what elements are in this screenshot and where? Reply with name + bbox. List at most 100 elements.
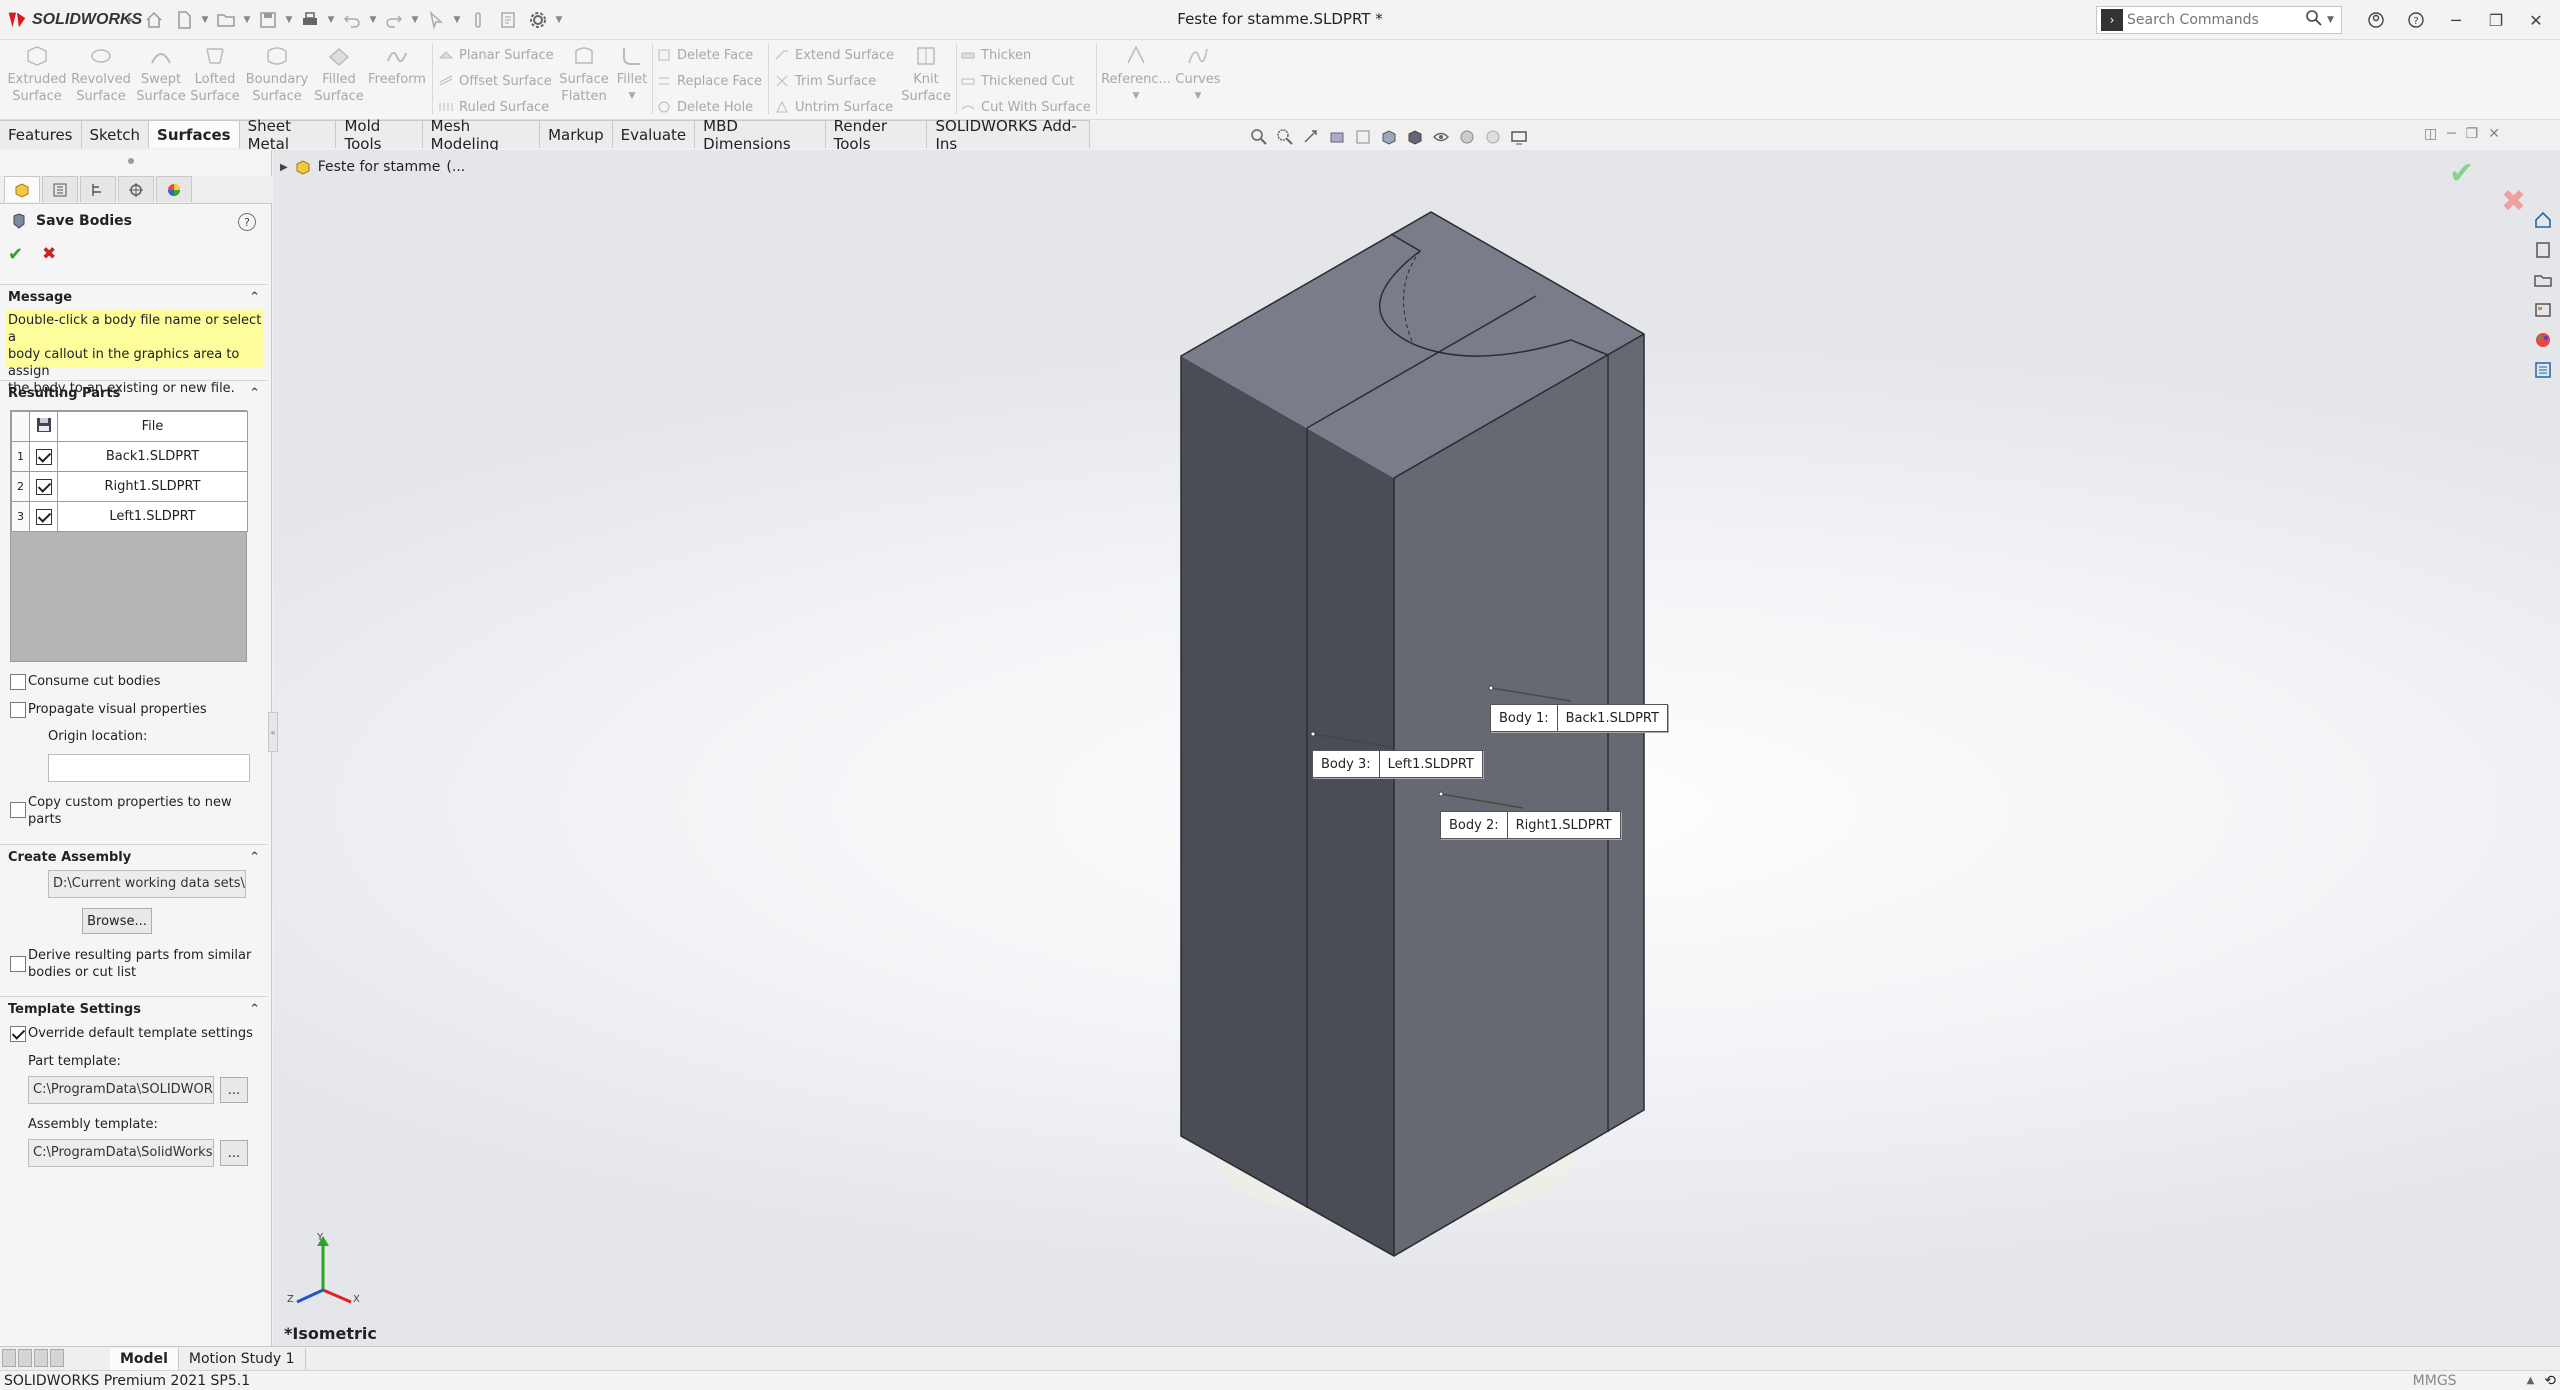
help-icon[interactable]: ? <box>2396 6 2436 34</box>
replace-face-button[interactable]: Replace Face <box>656 68 762 94</box>
tab-sheet-metal[interactable]: Sheet Metal <box>239 117 337 153</box>
tab-motion-study-1[interactable]: Motion Study 1 <box>179 1347 306 1370</box>
search-commands[interactable]: › ▼ <box>2096 6 2342 34</box>
dimxpert-manager-tab[interactable] <box>118 176 154 202</box>
units-indicator[interactable]: MMGS <box>2413 1373 2457 1389</box>
collapse-icon[interactable]: ⌃ <box>249 386 260 401</box>
row-save-checkbox[interactable] <box>35 448 52 465</box>
edit-appearance-icon[interactable] <box>1456 126 1478 148</box>
table-row[interactable]: 1 Back1.SLDPRT <box>11 441 248 472</box>
scroll-first-icon[interactable] <box>2 1349 16 1367</box>
file-cell[interactable]: Right1.SLDPRT <box>57 471 248 502</box>
tab-features[interactable]: Features <box>0 120 82 148</box>
view-orientation-icon[interactable] <box>1378 126 1400 148</box>
viewport-close-icon[interactable]: ✕ <box>2488 126 2500 142</box>
file-cell[interactable]: Back1.SLDPRT <box>57 441 248 472</box>
hide-show-items-icon[interactable] <box>1430 126 1452 148</box>
consume-cut-bodies-checkbox[interactable] <box>10 674 26 690</box>
search-input[interactable] <box>2127 12 2305 28</box>
view-settings-icon[interactable] <box>1508 126 1530 148</box>
graphics-ok-icon[interactable]: ✔ <box>2449 156 2474 191</box>
scroll-next-icon[interactable] <box>34 1349 48 1367</box>
offset-surface-button[interactable]: Offset Surface <box>438 68 552 94</box>
cancel-x-icon[interactable]: ✖ <box>42 244 56 264</box>
assembly-template-input[interactable]: C:\ProgramData\SolidWorks\S( <box>28 1139 214 1167</box>
assembly-path-input[interactable]: D:\Current working data sets\Bik <box>48 870 246 898</box>
tab-evaluate[interactable]: Evaluate <box>612 120 696 148</box>
tab-surfaces[interactable]: Surfaces <box>149 120 240 148</box>
tab-mesh-modeling[interactable]: Mesh Modeling <box>422 117 541 153</box>
freeform-button[interactable]: Freeform <box>364 42 430 112</box>
planar-surface-button[interactable]: Planar Surface <box>438 42 554 68</box>
collapse-icon[interactable]: ⌃ <box>249 850 260 865</box>
help-question-icon[interactable]: ? <box>238 213 256 231</box>
configuration-manager-tab[interactable] <box>80 176 116 202</box>
section-view-icon[interactable] <box>1326 126 1348 148</box>
revolved-surface-button[interactable]: Revolved Surface <box>68 42 134 112</box>
search-dropdown-icon[interactable]: ▼ <box>2327 15 2341 25</box>
body-callout-3[interactable]: Body 3: Left1.SLDPRT <box>1312 750 1483 778</box>
derive-resulting-parts-checkbox[interactable] <box>10 956 26 972</box>
body-callout-2[interactable]: Body 2: Right1.SLDPRT <box>1440 811 1621 839</box>
left-face[interactable] <box>1181 356 1394 1256</box>
browse-button[interactable]: Browse... <box>82 908 152 934</box>
copy-custom-properties-checkbox[interactable] <box>10 802 26 818</box>
file-explorer-icon[interactable] <box>2530 268 2556 292</box>
tab-render-tools[interactable]: Render Tools <box>825 117 928 153</box>
propagate-visual-checkbox[interactable] <box>10 702 26 718</box>
thickened-cut-button[interactable]: Thickened Cut <box>960 68 1074 94</box>
assembly-template-browse-button[interactable]: ... <box>220 1140 248 1166</box>
panel-collapse-handle[interactable]: « <box>268 712 278 752</box>
panel-grip-icon[interactable] <box>128 158 134 164</box>
view-palette-icon[interactable] <box>2530 298 2556 322</box>
apply-scene-icon[interactable] <box>1482 126 1504 148</box>
restore-icon[interactable]: ❐ <box>2476 6 2516 34</box>
tab-mbd-dimensions[interactable]: MBD Dimensions <box>695 117 826 153</box>
tab-mold-tools[interactable]: Mold Tools <box>336 117 423 153</box>
scroll-prev-icon[interactable] <box>18 1349 32 1367</box>
minimize-icon[interactable]: ─ <box>2436 6 2476 34</box>
resulting-parts-section-header[interactable]: Resulting Parts ⌃ <box>0 380 268 406</box>
extend-surface-button[interactable]: Extend Surface <box>774 42 894 68</box>
graphics-cancel-icon[interactable]: ✖ <box>2501 184 2526 219</box>
curves-dropdown-icon[interactable]: ▼ <box>1195 88 1202 105</box>
message-section-header[interactable]: Message ⌃ <box>0 284 268 310</box>
right-face[interactable] <box>1394 334 1644 1256</box>
units-dropdown-icon[interactable]: ▲ <box>2527 1375 2535 1386</box>
trim-surface-button[interactable]: Trim Surface <box>774 68 876 94</box>
part-template-input[interactable]: C:\ProgramData\SOLIDWORKS <box>28 1076 214 1104</box>
viewport-minimize-icon[interactable]: ─ <box>2447 126 2455 142</box>
filled-surface-button[interactable]: Filled Surface <box>306 42 372 112</box>
customize-status-icon[interactable]: ⟲ <box>2544 1373 2556 1389</box>
display-manager-tab[interactable] <box>156 176 192 202</box>
template-settings-section-header[interactable]: Template Settings ⌃ <box>0 996 268 1022</box>
solidworks-resources-icon[interactable] <box>2530 208 2556 232</box>
account-icon[interactable] <box>2356 6 2396 34</box>
curves-button[interactable]: Curves ▼ <box>1166 42 1230 112</box>
tab-markup[interactable]: Markup <box>540 120 613 148</box>
property-manager-tab[interactable] <box>42 176 78 202</box>
collapse-icon[interactable]: ⌃ <box>249 1002 260 1017</box>
lofted-surface-button[interactable]: Lofted Surface <box>182 42 248 112</box>
dynamic-annotation-icon[interactable] <box>1352 126 1374 148</box>
create-assembly-section-header[interactable]: Create Assembly ⌃ <box>0 844 268 870</box>
extruded-surface-button[interactable]: Extruded Surface <box>4 42 70 112</box>
fillet-dropdown-icon[interactable]: ▼ <box>629 88 636 105</box>
collapse-icon[interactable]: ⌃ <box>249 290 260 305</box>
split-view-icon[interactable]: ◫ <box>2424 126 2437 142</box>
appearances-icon[interactable] <box>2530 328 2556 352</box>
scroll-last-icon[interactable] <box>50 1349 64 1367</box>
table-row[interactable]: 3 Left1.SLDPRT <box>11 501 248 532</box>
thicken-button[interactable]: Thicken <box>960 42 1031 68</box>
previous-view-icon[interactable] <box>1300 126 1322 148</box>
reference-dropdown-icon[interactable]: ▼ <box>1133 88 1140 105</box>
zoom-to-fit-icon[interactable] <box>1248 126 1270 148</box>
file-cell[interactable]: Left1.SLDPRT <box>57 501 248 532</box>
design-library-icon[interactable] <box>2530 238 2556 262</box>
feature-tree-flyout[interactable]: ▶ Feste for stamme (... <box>280 158 465 176</box>
row-save-checkbox[interactable] <box>35 508 52 525</box>
expand-arrow-icon[interactable]: ▶ <box>280 162 288 173</box>
body-callout-1[interactable]: Body 1: Back1.SLDPRT <box>1490 704 1668 732</box>
tab-model[interactable]: Model <box>110 1347 179 1370</box>
knit-surface-button[interactable]: Knit Surface <box>896 42 956 112</box>
